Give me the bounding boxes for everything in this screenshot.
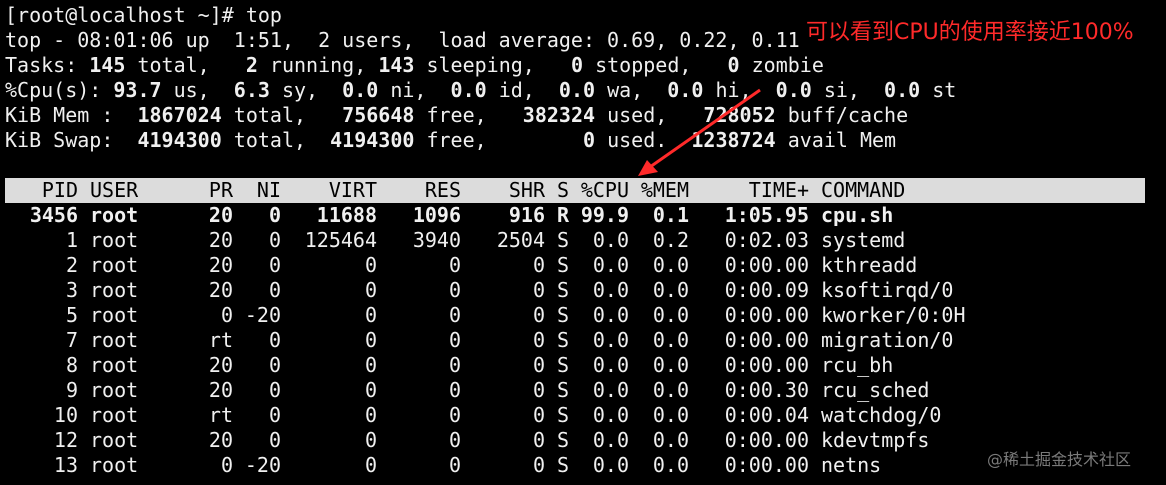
terminal-window[interactable]: [root@localhost ~]# top top - 08:01:06 u… bbox=[0, 0, 1166, 485]
annotation-text: 可以看到CPU的使用率接近100% bbox=[806, 20, 1134, 45]
annotation-arrow bbox=[638, 88, 761, 176]
watermark: @稀土掘金技术社区 bbox=[987, 450, 1132, 469]
